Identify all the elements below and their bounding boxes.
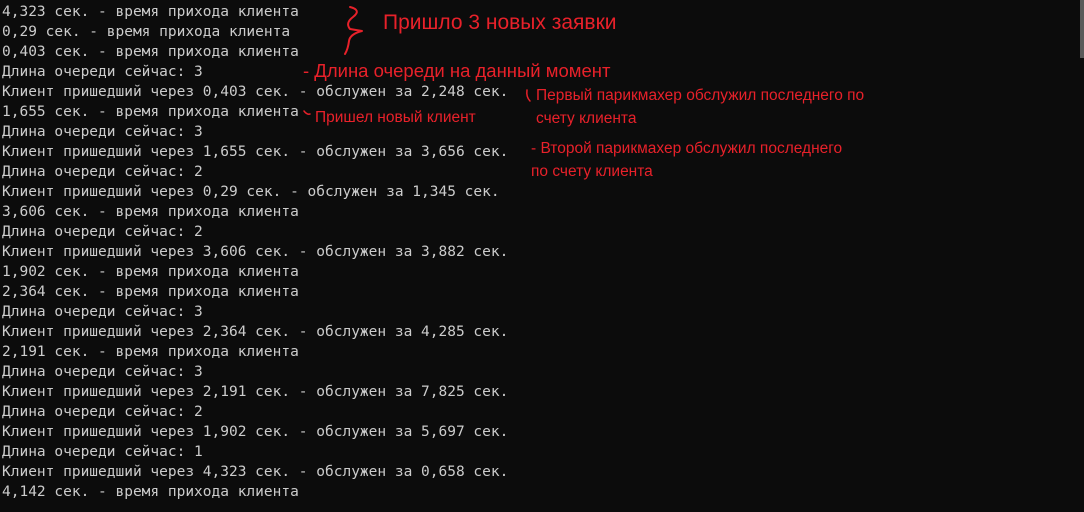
hook-mark bbox=[526, 89, 531, 102]
annotation-second-barber-line1: - Второй парикмахер обслужил последнего bbox=[531, 140, 843, 157]
curly-brace-mark bbox=[344, 6, 363, 55]
tilde-mark bbox=[303, 110, 311, 115]
annotation-second-barber-line2: по счету клиента bbox=[531, 163, 653, 180]
annotation-queue-length: - Длина очереди на данный момент bbox=[303, 60, 611, 81]
annotation-new-client: Пришел новый клиент bbox=[315, 109, 476, 126]
annotation-three-new: Пришло 3 новых заявки bbox=[383, 11, 617, 34]
annotation-first-barber-line1: Первый парикмахер обслужил последнего по bbox=[536, 87, 865, 104]
annotation-first-barber-line2: счету клиента bbox=[536, 110, 637, 127]
